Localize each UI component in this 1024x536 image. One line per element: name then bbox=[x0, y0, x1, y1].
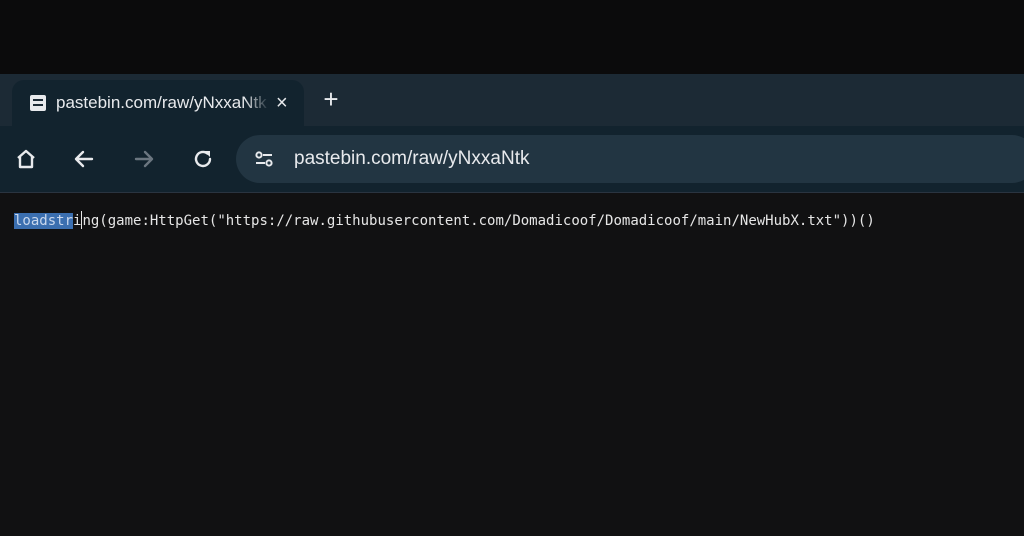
active-tab[interactable]: pastebin.com/raw/yNxxaNtk × bbox=[12, 80, 304, 126]
new-tab-button[interactable]: + bbox=[318, 86, 344, 112]
page-content: loadstring(game:HttpGet("https://raw.git… bbox=[0, 193, 1024, 536]
reload-icon bbox=[194, 150, 212, 168]
close-tab-icon[interactable]: × bbox=[276, 93, 288, 113]
back-button[interactable] bbox=[67, 142, 101, 176]
address-bar[interactable]: pastebin.com/raw/yNxxaNtk bbox=[236, 135, 1024, 183]
site-settings-icon[interactable] bbox=[252, 147, 276, 171]
back-arrow-icon bbox=[74, 150, 94, 168]
browser-toolbar: pastebin.com/raw/yNxxaNtk bbox=[0, 126, 1024, 193]
forward-button[interactable] bbox=[127, 142, 161, 176]
reload-button[interactable] bbox=[186, 142, 220, 176]
raw-code-line[interactable]: loadstring(game:HttpGet("https://raw.git… bbox=[14, 211, 875, 229]
screen: pastebin.com/raw/yNxxaNtk × + pastebin.c… bbox=[0, 0, 1024, 536]
home-button[interactable] bbox=[9, 142, 43, 176]
forward-arrow-icon bbox=[134, 150, 154, 168]
pastebin-favicon-icon bbox=[30, 95, 46, 111]
selected-text: loadstr bbox=[14, 213, 74, 229]
tab-title: pastebin.com/raw/yNxxaNtk bbox=[56, 93, 267, 112]
code-text-before-caret: i bbox=[73, 213, 82, 229]
home-icon bbox=[17, 149, 35, 169]
url-text: pastebin.com/raw/yNxxaNtk bbox=[294, 148, 530, 169]
tab-strip: pastebin.com/raw/yNxxaNtk × bbox=[0, 74, 1024, 126]
code-text: ng(game:HttpGet("https://raw.githubuserc… bbox=[82, 213, 875, 229]
top-letterbox bbox=[0, 0, 1024, 74]
